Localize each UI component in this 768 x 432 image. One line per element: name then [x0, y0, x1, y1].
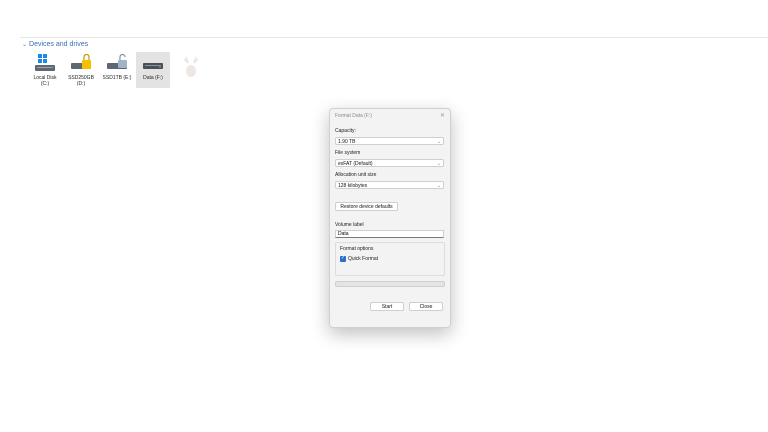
format-dialog: Format Data (F:) ✕ Capacity: 1.90 TB ⌄ F… — [329, 108, 451, 328]
quick-format-checkbox[interactable]: ✓ — [340, 255, 346, 262]
alloc-select[interactable]: 128 kilobytes ⌄ — [335, 181, 444, 189]
alloc-value: 128 kilobytes — [338, 183, 368, 189]
drive-label: SSD1TB (E:) — [102, 75, 132, 81]
unlocked-drive-icon — [107, 54, 127, 69]
drive-item-e[interactable]: SSD1TB (E:) — [100, 52, 134, 88]
capacity-value: 1.90 TB — [338, 139, 356, 145]
drive-label: SSD250GB (D:) — [68, 75, 94, 87]
chevron-down-icon: ⌄ — [436, 161, 441, 167]
start-button[interactable]: Start — [370, 302, 404, 311]
format-options-group: Format options ✓ Quick Format — [335, 242, 445, 276]
chevron-down-icon: ⌄ — [436, 139, 441, 145]
drive-label: Local Disk (C:) — [33, 75, 57, 87]
format-options-title: Format options — [340, 246, 374, 252]
filesystem-label: File system — [335, 150, 361, 156]
capacity-select[interactable]: 1.90 TB ⌄ — [335, 137, 444, 145]
close-button[interactable]: Close — [409, 302, 443, 311]
alloc-label: Allocation unit size — [335, 172, 377, 178]
drive-label: Data (F:) — [143, 75, 163, 81]
volume-label-input[interactable]: Data — [335, 230, 444, 238]
drive-item-f[interactable]: Data (F:) — [136, 52, 170, 88]
drives-list: Local Disk (C:) SSD250GB (D:) SSD1TB (E:… — [28, 52, 170, 88]
devices-section-header[interactable]: ⌄ Devices and drives — [22, 41, 88, 48]
checkmark-icon: ✓ — [341, 255, 346, 261]
chevron-down-icon: ⌄ — [436, 183, 441, 189]
drag-ghost-icon — [183, 56, 199, 77]
drive-item-c[interactable]: Local Disk (C:) — [28, 52, 62, 88]
locked-drive-icon — [71, 54, 91, 69]
volume-label: Volume label — [335, 222, 364, 228]
close-icon[interactable]: ✕ — [440, 112, 445, 119]
drive-item-d[interactable]: SSD250GB (D:) — [64, 52, 98, 88]
filesystem-select[interactable]: exFAT (Default) ⌄ — [335, 159, 444, 167]
section-title: Devices and drives — [29, 41, 89, 48]
dialog-title: Format Data (F:) — [335, 113, 372, 119]
format-progress-bar — [335, 281, 445, 287]
filesystem-value: exFAT (Default) — [338, 161, 373, 167]
quick-format-label[interactable]: Quick Format — [348, 256, 378, 262]
capacity-label: Capacity: — [335, 128, 356, 134]
windows-drive-icon — [35, 54, 55, 71]
drive-icon — [143, 63, 163, 69]
chevron-down-icon: ⌄ — [22, 42, 28, 48]
restore-defaults-button[interactable]: Restore device defaults — [335, 202, 398, 211]
